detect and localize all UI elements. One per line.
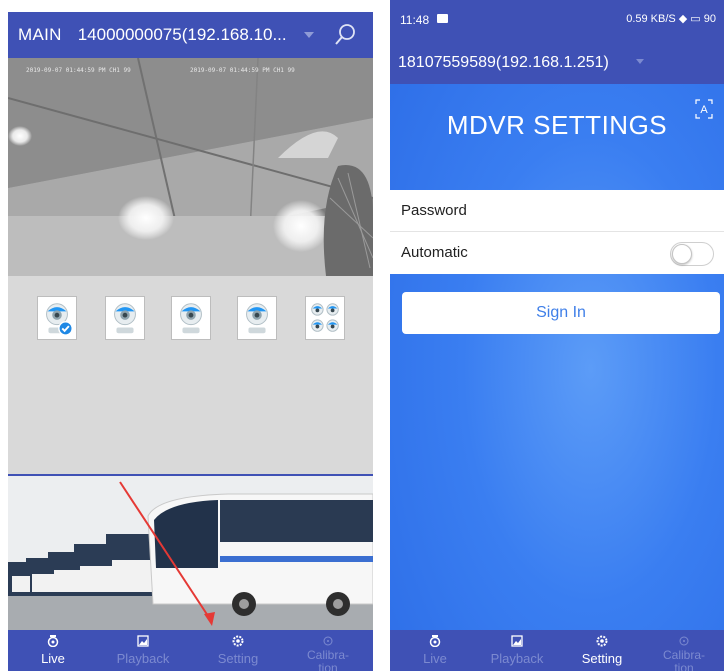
bottom-navigation: Live Playback Setting Calibra- tion <box>390 630 724 671</box>
bus-fleet-banner <box>8 476 373 630</box>
nav-setting[interactable]: Setting <box>557 630 647 671</box>
settings-hero: MDVR SETTINGS A <box>390 84 724 190</box>
osd-timestamp-right: 2019-09-07 01:44:59 PM CH1 99 <box>190 67 295 74</box>
playback-icon <box>511 635 523 647</box>
live-screen: MAIN 14000000075(192.168.10... 2019-09-0… <box>8 12 373 671</box>
nav-live-label: Live <box>41 651 65 666</box>
channel-selector <box>8 276 373 486</box>
password-field[interactable]: Password <box>390 190 724 232</box>
search-icon[interactable] <box>334 22 358 48</box>
mode-label[interactable]: MAIN <box>18 25 62 45</box>
setting-icon <box>232 635 244 647</box>
nav-playback-label: Playback <box>490 651 544 666</box>
device-header: 18107559589(192.168.1.251) <box>390 40 724 84</box>
channel-3-button[interactable] <box>171 296 211 340</box>
automatic-row: Automatic <box>390 232 724 274</box>
sign-in-button[interactable]: Sign In <box>402 292 720 334</box>
language-a-icon[interactable]: A <box>694 98 714 120</box>
calibration-icon <box>323 636 333 646</box>
quad-camera-icon <box>311 303 339 332</box>
channel-1-button[interactable] <box>37 296 77 340</box>
camera-icon <box>114 303 136 334</box>
calibration-icon <box>679 636 689 646</box>
bottom-navigation: Live Playback Setting Calibra- tion <box>8 630 373 671</box>
nav-setting[interactable]: Setting <box>193 630 283 671</box>
nav-setting-label: Setting <box>217 651 259 666</box>
nav-playback-label: Playback <box>116 651 170 666</box>
nav-live[interactable]: Live <box>8 630 98 671</box>
camera-icon <box>246 303 268 334</box>
quad-view-button[interactable] <box>305 296 345 340</box>
live-icon <box>47 635 59 647</box>
camera-feed[interactable]: 2019-09-07 01:44:59 PM CH1 99 2019-09-07… <box>8 58 373 276</box>
nav-live-label: Live <box>423 651 447 666</box>
toggle-knob <box>672 244 692 264</box>
live-icon <box>429 635 441 647</box>
svg-text:A: A <box>700 104 708 116</box>
nav-calibration-label: Calibra- tion <box>306 648 349 671</box>
nav-playback[interactable]: Playback <box>472 630 562 671</box>
login-form: Password Automatic <box>390 190 724 274</box>
nav-calibration[interactable]: Calibra- tion <box>283 630 373 671</box>
chevron-down-icon[interactable] <box>636 59 644 64</box>
channel-2-button[interactable] <box>105 296 145 340</box>
mail-icon <box>437 14 448 23</box>
setting-icon <box>596 635 608 647</box>
live-header: MAIN 14000000075(192.168.10... <box>8 12 373 58</box>
nav-calibration[interactable]: Calibra- tion <box>644 630 724 671</box>
chevron-down-icon[interactable] <box>304 32 314 38</box>
camera-selected-icon <box>46 303 73 336</box>
device-selector[interactable]: 18107559589(192.168.1.251) <box>398 54 609 72</box>
channel-4-button[interactable] <box>237 296 277 340</box>
status-indicators: 0.59 KB/S ◆ ▭ 90 <box>626 13 716 25</box>
nav-playback[interactable]: Playback <box>98 630 188 671</box>
settings-screen: 11:48 0.59 KB/S ◆ ▭ 90 18107559589(192.1… <box>390 0 724 671</box>
device-selector[interactable]: 14000000075(192.168.10... <box>78 25 287 45</box>
automatic-toggle[interactable] <box>670 242 714 266</box>
status-time: 11:48 <box>400 13 430 27</box>
nav-live[interactable]: Live <box>390 630 480 671</box>
password-label: Password <box>401 202 467 219</box>
nav-setting-label: Setting <box>581 651 623 666</box>
osd-timestamp-left: 2019-09-07 01:44:59 PM CH1 99 <box>26 67 131 74</box>
playback-icon <box>137 635 149 647</box>
automatic-label: Automatic <box>401 244 468 261</box>
camera-icon <box>180 303 202 334</box>
status-bar: 11:48 0.59 KB/S ◆ ▭ 90 <box>390 0 724 40</box>
screenshot-canvas: MAIN 14000000075(192.168.10... 2019-09-0… <box>0 0 724 671</box>
page-title: MDVR SETTINGS <box>446 110 668 140</box>
nav-calibration-label: Calibra- tion <box>662 648 705 671</box>
